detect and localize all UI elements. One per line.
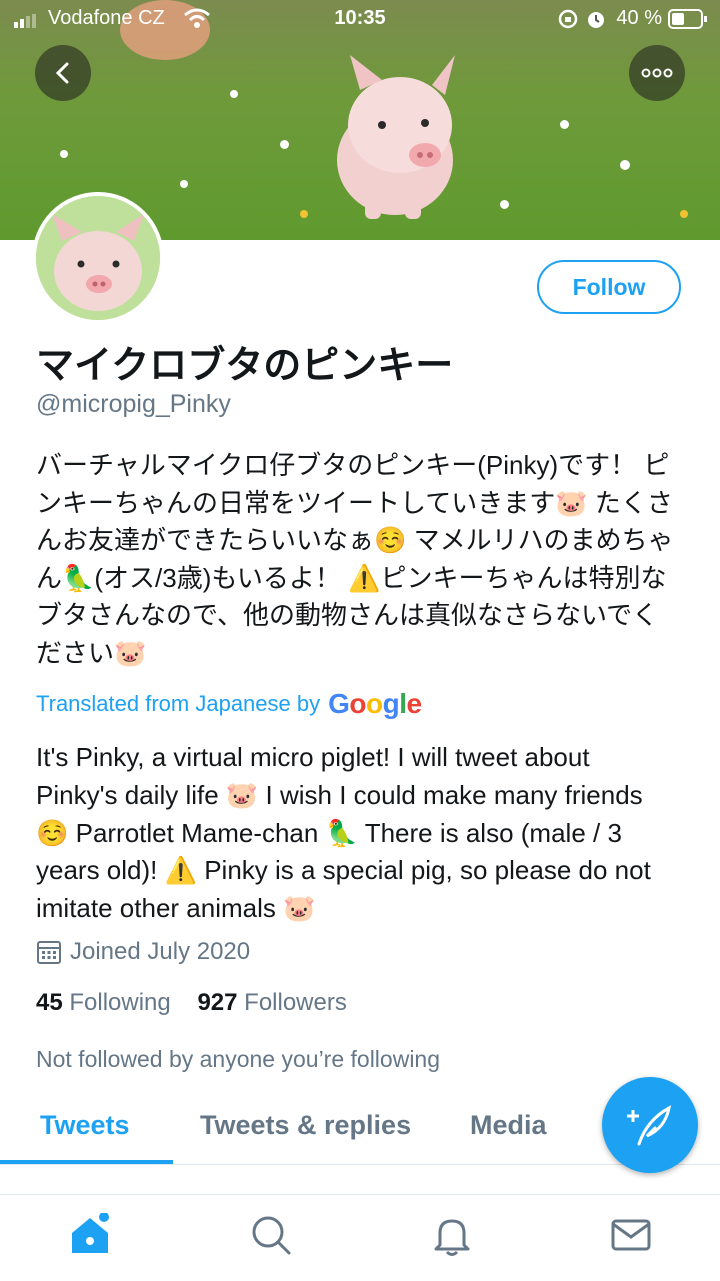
search-icon[interactable] <box>249 1213 293 1257</box>
joined-date: Joined July 2020 <box>36 938 250 966</box>
flower <box>620 160 630 170</box>
flower <box>560 120 569 129</box>
compose-tweet-button[interactable] <box>602 1077 698 1173</box>
following-count: 45 <box>36 989 63 1016</box>
bio-original: バーチャルマイクロ仔ブタのピンキー(Pinky)です！ ピンキーちゃんの日常をツ… <box>36 450 674 668</box>
orientation-lock-icon <box>558 9 578 29</box>
google-logo: Google <box>328 688 422 719</box>
flower <box>230 90 238 98</box>
battery-percent: 40 % <box>616 7 662 29</box>
bottom-navigation <box>0 1194 720 1281</box>
avatar[interactable] <box>32 192 164 324</box>
joined-text: Joined July 2020 <box>70 938 251 965</box>
bio-translated: It's Pinky, a virtual micro piglet! I wi… <box>36 742 651 924</box>
not-followed-note: Not followed by anyone you’re following <box>36 1046 441 1072</box>
more-dots-icon <box>641 68 673 78</box>
flower <box>500 200 509 209</box>
following-label: Following <box>69 989 171 1016</box>
back-button[interactable] <box>35 45 91 101</box>
flower <box>680 210 688 218</box>
flower <box>60 150 68 158</box>
profile-display-name: マイクロブタのピンキー <box>36 345 454 387</box>
tab-media[interactable]: Media <box>470 1110 547 1141</box>
followers-label: Followers <box>244 989 347 1016</box>
translated-label: Translated from Japanese by <box>36 691 321 716</box>
followers-count: 927 <box>197 989 238 1016</box>
avatar-piglet-image <box>36 196 160 320</box>
battery-icon <box>668 9 707 29</box>
tab-tweets[interactable]: Tweets <box>40 1110 130 1141</box>
flower <box>300 210 308 218</box>
followers-link[interactable]: 927 Followers <box>197 989 346 1016</box>
calendar-icon <box>37 941 61 964</box>
back-arrow-icon <box>55 62 69 84</box>
mail-icon[interactable] <box>609 1213 653 1257</box>
follow-button[interactable]: Follow <box>537 260 681 314</box>
alarm-icon <box>588 12 604 28</box>
active-tab-indicator <box>0 1160 173 1164</box>
compose-tweet-icon <box>627 1105 672 1146</box>
profile-handle: @micropig_Pinky <box>36 390 231 418</box>
home-icon[interactable] <box>68 1213 112 1257</box>
clock-time: 10:35 <box>334 7 386 29</box>
flower <box>280 140 289 149</box>
following-link[interactable]: 45 Following <box>36 989 171 1016</box>
translation-attribution[interactable]: Translated from Japanese by Google <box>36 688 422 720</box>
piglet-illustration <box>337 55 455 219</box>
tab-tweets-replies[interactable]: Tweets & replies <box>200 1110 411 1141</box>
flower <box>180 180 188 188</box>
follow-stats: 45 Following 927 Followers <box>36 989 347 1017</box>
more-options-button[interactable] <box>629 45 685 101</box>
bell-icon[interactable] <box>430 1213 474 1257</box>
status-bar: Vodafone CZ 10:35 40 % <box>0 0 720 40</box>
